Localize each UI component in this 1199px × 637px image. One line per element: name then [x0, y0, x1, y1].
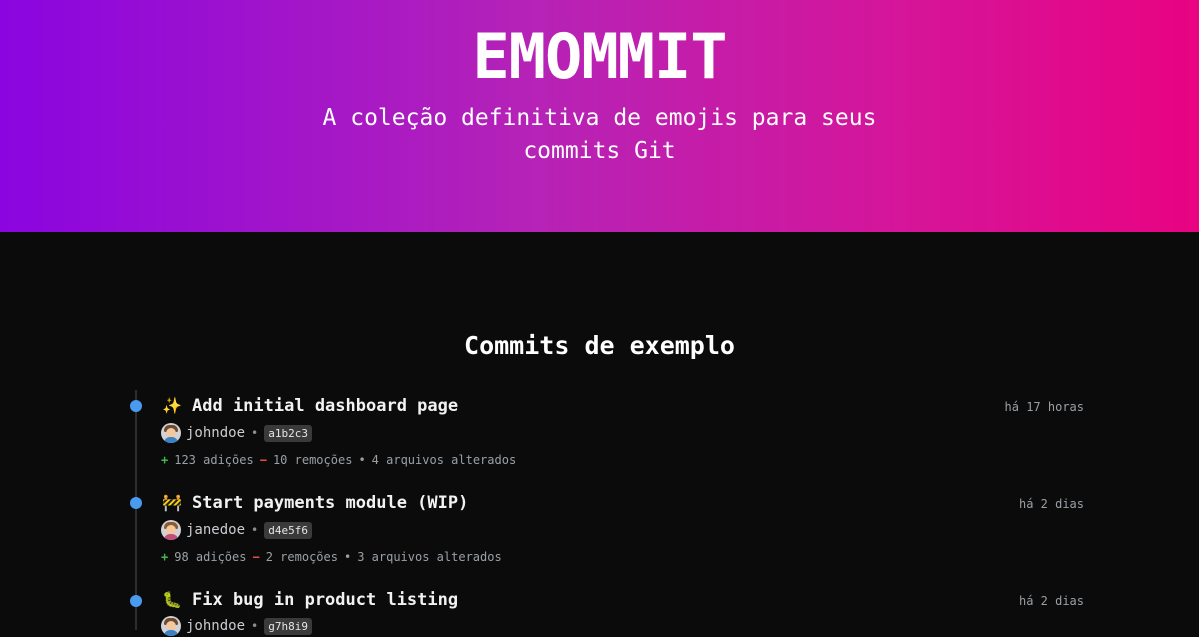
removals-count: 10 remoções: [272, 453, 353, 467]
bug-icon: 🐛: [162, 590, 182, 609]
minus-icon: −: [259, 453, 267, 467]
commit-message: Fix bug in product listing: [192, 590, 459, 610]
plus-icon: +: [161, 550, 169, 564]
separator-dot: •: [251, 523, 259, 537]
site-title: EMOMMIT: [472, 20, 727, 93]
avatar: [161, 423, 181, 443]
commit-title[interactable]: 🚧 Start payments module (WIP): [162, 491, 468, 515]
bullet-icon: •: [358, 453, 366, 467]
author-name[interactable]: janedoe: [186, 522, 245, 538]
commit-hash[interactable]: a1b2c3: [264, 424, 312, 442]
commit-title[interactable]: 🐛 Fix bug in product listing: [162, 588, 458, 612]
commit-time: há 2 dias: [1018, 497, 1084, 511]
sparkles-icon: ✨: [162, 396, 182, 415]
commit-author-row: johndoe • a1b2c3: [161, 422, 312, 444]
commit-message: Start payments module (WIP): [192, 493, 469, 513]
commit-hash[interactable]: d4e5f6: [264, 521, 312, 539]
avatar: [161, 616, 181, 636]
hero-banner: EMOMMIT A coleção definitiva de emojis p…: [0, 0, 1199, 232]
author-name[interactable]: johndoe: [186, 618, 245, 634]
commit-time: há 17 horas: [1004, 400, 1084, 414]
site-subtitle: A coleção definitiva de emojis para seus…: [322, 105, 877, 164]
removals-count: 2 remoções: [265, 550, 338, 564]
commit-hash[interactable]: g7h8i9: [264, 617, 312, 635]
commit-stats: +98 adições −2 remoções • 3 arquivos altera…: [161, 549, 502, 565]
separator-dot: •: [251, 426, 259, 440]
bullet-icon: •: [343, 550, 352, 564]
commit-author-row: janedoe • d4e5f6: [161, 519, 312, 541]
timeline-dot: [130, 595, 142, 607]
additions-count: 123 adições: [174, 453, 254, 467]
separator-dot: •: [251, 619, 259, 633]
files-changed: 3 arquivos alterados: [357, 550, 502, 564]
files-changed: 4 arquivos alterados: [371, 453, 517, 467]
section-title: Commits de exemplo: [464, 331, 735, 360]
timeline-dot: [130, 400, 142, 412]
commit-time: há 2 dias: [1018, 594, 1084, 608]
plus-icon: +: [161, 453, 169, 467]
commit-author-row: johndoe • g7h8i9: [161, 615, 312, 637]
avatar: [161, 520, 181, 540]
commit-title[interactable]: ✨ Add initial dashboard page: [162, 394, 458, 418]
timeline-dot: [130, 497, 142, 509]
commit-stats: +123 adições −10 remoções • 4 arquivos alte…: [161, 452, 516, 468]
timeline-line: [135, 390, 137, 630]
minus-icon: −: [252, 550, 260, 564]
commit-message: Add initial dashboard page: [192, 396, 459, 416]
construction-icon: 🚧: [162, 493, 182, 512]
author-name[interactable]: johndoe: [186, 425, 245, 441]
additions-count: 98 adições: [174, 550, 247, 564]
